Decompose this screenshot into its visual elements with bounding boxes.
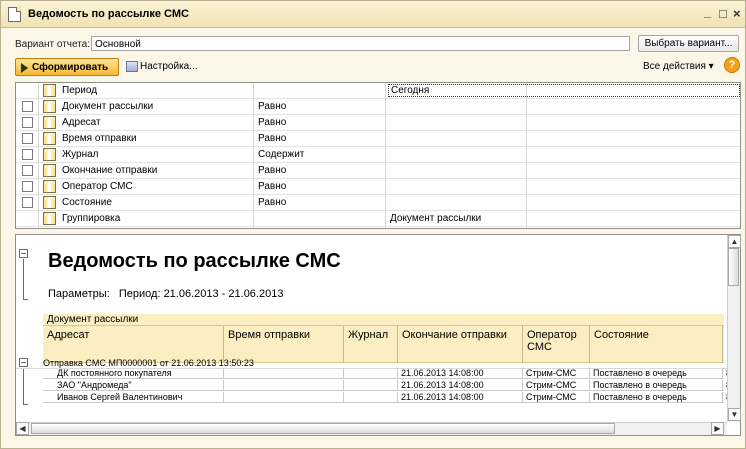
all-actions-menu[interactable]: Все действия ▾ [643, 61, 714, 72]
play-icon [21, 63, 28, 73]
setting-row-operator[interactable]: Оператор СМС Равно [16, 179, 740, 195]
period-icon [43, 84, 56, 97]
period-value[interactable]: Сегодня [388, 84, 740, 97]
filter-icon [43, 180, 56, 193]
setting-checkbox[interactable] [22, 117, 33, 128]
setting-checkbox[interactable] [22, 149, 33, 160]
table-row[interactable]: Иванов Сергей Валентинович 21.06.2013 14… [43, 392, 731, 403]
filter-icon [43, 100, 56, 113]
setting-row-period[interactable]: Период Сегодня [16, 83, 740, 99]
table-row[interactable]: ЗАО "Андромеда" 21.06.2013 14:08:00 Стри… [43, 380, 731, 391]
setting-row-state[interactable]: Состояние Равно [16, 195, 740, 211]
setting-row-journal[interactable]: Журнал Содержит [16, 147, 740, 163]
filter-icon [43, 148, 56, 161]
maximize-button[interactable]: □ [719, 6, 727, 21]
setting-row-document[interactable]: Документ рассылки Равно [16, 99, 740, 115]
generate-button[interactable]: Сформировать [15, 58, 119, 76]
filter-icon [43, 164, 56, 177]
help-icon[interactable]: ? [724, 57, 740, 73]
minimize-button[interactable]: _ [704, 4, 711, 19]
report-params: Параметры: Период: 21.06.2013 - 21.06.20… [48, 288, 284, 300]
setting-row-grouping[interactable]: Группировка Документ рассылки [16, 211, 740, 227]
filter-icon [43, 132, 56, 145]
scroll-up-icon[interactable]: ▲ [728, 235, 741, 248]
settings-icon [126, 61, 138, 72]
report-title: Ведомость по рассылке СМС [48, 250, 341, 272]
window-title: Ведомость по рассылке СМС [28, 8, 189, 20]
filter-icon [43, 196, 56, 209]
report-area: Ведомость по рассылке СМС Параметры: Пер… [15, 234, 741, 436]
vertical-scroll-thumb[interactable] [728, 248, 739, 286]
table-row[interactable]: ДК постоянного покупателя 21.06.2013 14:… [43, 368, 731, 379]
group-header: Документ рассылки [43, 314, 724, 326]
filter-icon [43, 116, 56, 129]
setting-row-addressee[interactable]: Адресат Равно [16, 115, 740, 131]
document-icon [8, 7, 21, 22]
setting-checkbox[interactable] [22, 197, 33, 208]
choose-variant-button[interactable]: Выбрать вариант... [638, 35, 739, 52]
scroll-down-icon[interactable]: ▼ [728, 408, 741, 421]
setting-checkbox[interactable] [22, 133, 33, 144]
variant-field[interactable]: Основной [91, 36, 630, 51]
horizontal-scroll-thumb[interactable] [31, 423, 615, 434]
setting-row-send-time[interactable]: Время отправки Равно [16, 131, 740, 147]
scroll-right-icon[interactable]: ▶ [711, 422, 724, 435]
close-button[interactable]: × [733, 6, 741, 21]
settings-button[interactable]: Настройка... [126, 61, 198, 72]
scroll-left-icon[interactable]: ◀ [16, 422, 29, 435]
title-bar: Ведомость по рассылке СМС _ □ × [1, 1, 745, 28]
report-window: Ведомость по рассылке СМС _ □ × Вариант … [0, 0, 746, 449]
setting-checkbox[interactable] [22, 181, 33, 192]
settings-table: Период Сегодня Документ рассылки Равно А… [15, 82, 741, 229]
grouping-icon [43, 212, 56, 225]
setting-row-end-time[interactable]: Окончание отправки Равно [16, 163, 740, 179]
setting-checkbox[interactable] [22, 101, 33, 112]
setting-checkbox[interactable] [22, 165, 33, 176]
variant-label: Вариант отчета: [15, 39, 90, 50]
